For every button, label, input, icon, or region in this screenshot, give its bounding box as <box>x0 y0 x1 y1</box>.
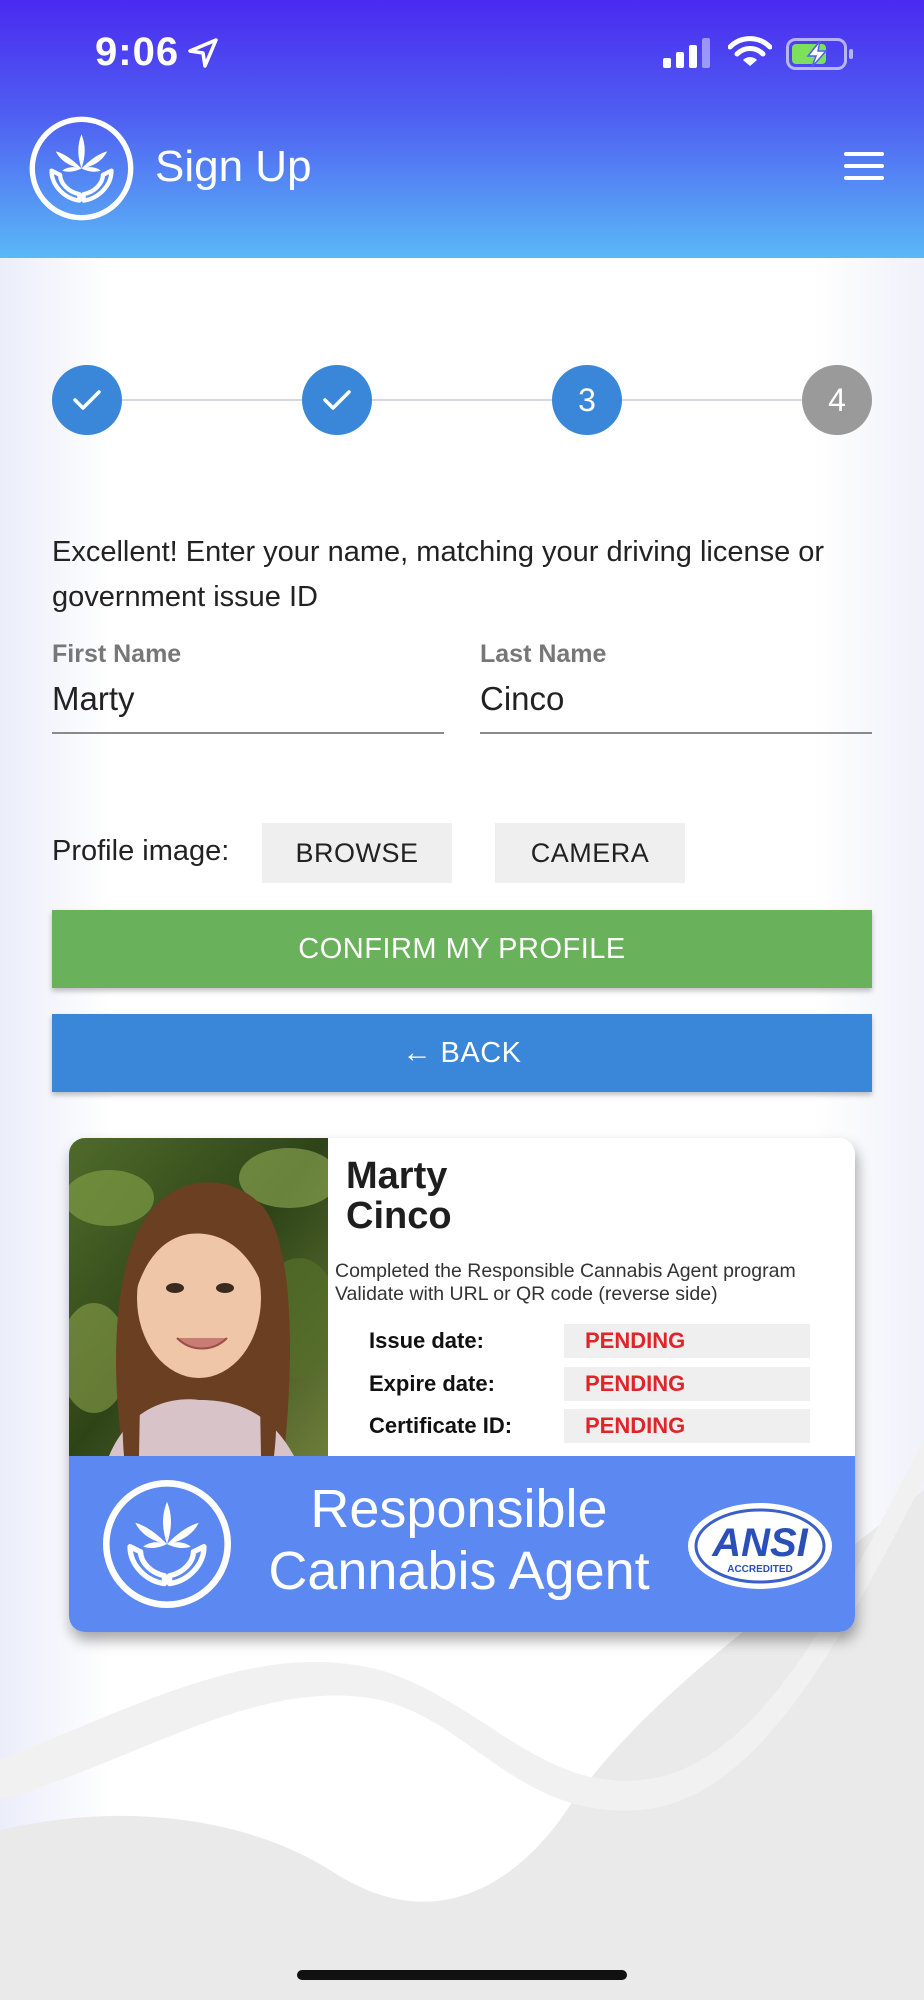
card-description-line: Completed the Responsible Cannabis Agent… <box>335 1260 796 1282</box>
step-connector <box>122 399 302 401</box>
card-holder-name: Marty Cinco <box>346 1156 452 1236</box>
card-first-name: Marty <box>346 1155 448 1197</box>
step-4-pending[interactable]: 4 <box>802 365 872 435</box>
program-title: Responsible Cannabis Agent <box>239 1478 679 1602</box>
certificate-id-label: Certificate ID: <box>369 1413 513 1438</box>
program-title-line: Cannabis Agent <box>268 1541 650 1601</box>
app-header: 9:06 Sign Up <box>0 0 924 258</box>
browse-button[interactable]: BROWSE <box>262 823 452 883</box>
card-description-line: Validate with URL or QR code (reverse si… <box>335 1283 718 1305</box>
instructions-text: Excellent! Enter your name, matching you… <box>52 536 825 613</box>
hamburger-menu-icon[interactable] <box>842 152 888 186</box>
battery-charging-icon <box>786 38 853 70</box>
issue-date-label: Issue date: <box>369 1328 484 1353</box>
certificate-id-value: PENDING <box>564 1409 810 1443</box>
checkmark-icon <box>73 390 101 410</box>
last-name-field: Last Name <box>480 640 872 734</box>
ansi-badge-text: ANSI <box>711 1521 808 1565</box>
wifi-icon <box>728 36 772 66</box>
ansi-accredited-badge: ANSI ACCREDITED <box>688 1503 832 1589</box>
last-name-input[interactable] <box>480 674 872 734</box>
profile-image-label: Profile image: <box>52 835 230 867</box>
cannabis-hands-logo-icon <box>29 116 134 221</box>
issue-date-value: PENDING <box>564 1324 810 1358</box>
checkmark-icon <box>323 390 351 410</box>
card-description: Completed the Responsible Cannabis Agent… <box>335 1260 796 1306</box>
background-waves <box>0 0 924 2000</box>
first-name-input[interactable] <box>52 674 444 734</box>
ansi-badge-subtext: ACCREDITED <box>727 1564 793 1575</box>
card-banner: Responsible Cannabis Agent ANSI ACCREDIT… <box>69 1456 855 1632</box>
step-connector <box>372 399 552 401</box>
step-1-complete[interactable] <box>52 365 122 435</box>
camera-button[interactable]: CAMERA <box>495 823 685 883</box>
card-last-name: Cinco <box>346 1195 452 1237</box>
program-title-line: Responsible <box>310 1479 608 1539</box>
cellular-signal-icon <box>663 38 710 68</box>
step-2-complete[interactable] <box>302 365 372 435</box>
location-arrow-icon <box>188 38 218 68</box>
status-time: 9:06 <box>95 30 180 74</box>
certificate-card-preview: Marty Cinco Completed the Responsible Ca… <box>69 1138 855 1632</box>
status-bar: 9:06 <box>0 0 924 110</box>
first-name-label: First Name <box>52 640 182 668</box>
step-connector <box>622 399 802 401</box>
home-indicator[interactable] <box>297 1970 627 1980</box>
back-button[interactable]: ← BACK <box>52 1014 872 1092</box>
profile-photo <box>69 1138 328 1456</box>
page-title: Sign Up <box>155 142 312 191</box>
expire-date-label: Expire date: <box>369 1371 495 1396</box>
confirm-profile-button[interactable]: CONFIRM MY PROFILE <box>52 910 872 988</box>
first-name-field: First Name <box>52 640 444 734</box>
progress-stepper: 3 4 <box>52 365 872 435</box>
last-name-label: Last Name <box>480 640 607 668</box>
expire-date-value: PENDING <box>564 1367 810 1401</box>
step-3-current[interactable]: 3 <box>552 365 622 435</box>
cannabis-hands-logo-icon <box>102 1479 232 1609</box>
